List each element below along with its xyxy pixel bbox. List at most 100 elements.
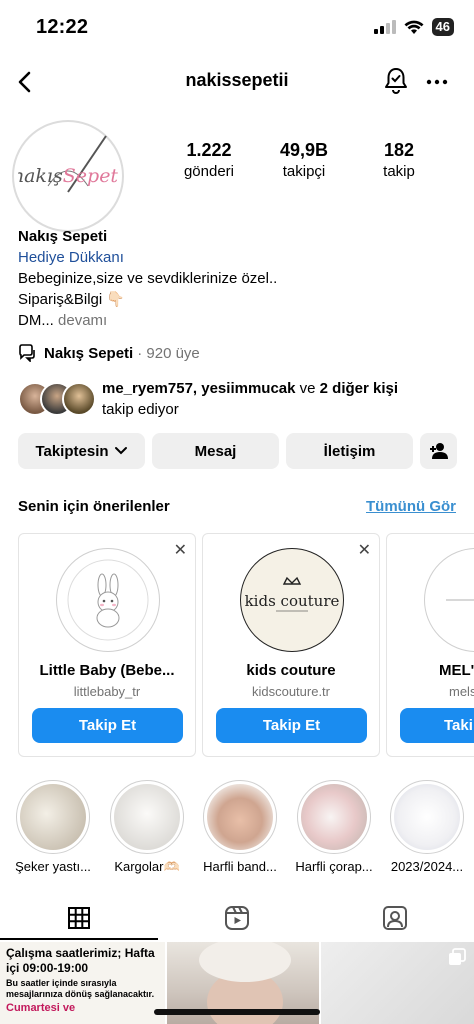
stat-posts-label: gönderi [183,163,235,180]
wifi-icon [404,20,424,34]
stat-following[interactable]: 182 takip [354,140,444,180]
profile-category[interactable]: Hediye Dükkanı [18,247,458,268]
grid-icon [68,907,90,929]
logo-text-left: nakış [18,165,63,187]
profile-avatar[interactable]: nakışSepeti [12,120,124,232]
suggested-users-button[interactable] [420,433,457,469]
close-icon[interactable]: ✕ [174,540,187,560]
bio-more-link[interactable]: devamı [58,312,107,329]
tab-reels[interactable] [158,896,316,940]
multiple-photos-icon [449,948,466,965]
suggestion-handle: mels.d [449,684,474,699]
followed-by-text: me_ryem757, yesiimmucak ve 2 diğer kişi … [102,378,398,420]
bio-line-2: Sipariş&Bilgi 👇🏻 [18,291,126,308]
post-thumbnail[interactable]: Çalışma saatlerimiz; Hafta içi 09:00-19:… [0,942,165,1024]
highlight-image [20,784,86,850]
highlight-image [394,784,460,850]
highlight-cover [110,780,184,854]
highlight-cover [297,780,371,854]
highlight-item[interactable]: 2023/2024... [380,780,474,874]
signal-icon [373,20,396,34]
bunny-logo-icon [67,559,149,641]
see-all-link[interactable]: Tümünü Gör [366,498,456,515]
highlight-label: Harfli band... [203,859,277,874]
suggestion-name: MEL'S I [439,662,474,679]
close-icon[interactable]: ✕ [358,540,371,560]
tagged-person-icon [383,906,407,930]
followed-by-suffix: takip ediyor [102,401,179,418]
logo-text: nakışSepeti [18,165,118,187]
profile-stats: 1.222 gönderi 49,9B takipçi 182 takip [164,140,444,180]
followed-by-and: ve [299,380,316,397]
community-name: Nakış Sepeti [44,344,134,362]
follow-button[interactable]: Taki [400,708,474,743]
highlight-image [207,784,273,850]
suggestion-avatar[interactable] [424,548,474,652]
highlight-label: Harfli çorap... [295,859,373,874]
suggestion-card[interactable]: ✕ Little Baby (Bebe... littlebaby_tr Tak… [18,533,196,757]
post-text-line-1: Çalışma saatlerimiz; Hafta içi 09:00-19:… [6,946,155,975]
tab-posts-grid[interactable] [0,896,158,940]
stat-following-label: takip [383,163,415,180]
battery-indicator: 46 [431,18,454,36]
following-button-label: Takiptesin [35,442,109,460]
stat-posts[interactable]: 1.222 gönderi [164,140,254,180]
suggestion-avatar[interactable] [56,548,160,652]
stat-followers-value: 49,9B [279,140,329,160]
highlight-item[interactable]: Harfli band... [193,780,287,874]
stat-followers-label: takipçi [282,163,326,180]
kids-couture-logo-icon: kids couture [245,576,340,612]
suggestion-name: kids couture [246,662,336,679]
chevron-down-icon [114,447,127,455]
suggestion-card[interactable]: MEL'S I mels.d Taki [386,533,474,757]
post-text-line-3: Cumartesi ve [6,1002,76,1014]
stat-followers[interactable]: 49,9B takipçi [259,140,349,180]
highlight-item[interactable]: Harfli çorap... [287,780,381,874]
highlight-item[interactable]: Şeker yastı... [6,780,100,874]
community-members: · 920 üye [137,344,200,362]
suggestion-card[interactable]: ✕ kids couture kids couture kidscouture.… [202,533,380,757]
logo-text-pink: Sepeti [62,165,118,187]
followed-by-others: 2 diğer kişi [319,380,399,397]
status-icons: 46 [373,18,454,36]
reels-icon [225,906,249,930]
highlight-label: Kargolar🫶🏻 [114,859,180,874]
follower-avatar [62,382,96,416]
follow-button[interactable]: Takip Et [32,708,183,743]
message-button[interactable]: Mesaj [152,433,279,469]
mels-logo-icon [446,599,474,601]
story-highlights: Şeker yastı... Kargolar🫶🏻 Harfli band...… [0,780,474,880]
home-indicator[interactable] [154,1009,320,1015]
tab-tagged[interactable] [316,896,474,940]
suggestion-handle: littlebaby_tr [73,684,141,699]
profile-display-name: Nakış Sepeti [18,228,108,245]
add-person-icon [429,443,448,459]
suggestion-handle: kidscouture.tr [251,684,331,699]
follow-button[interactable]: Takip Et [216,708,367,743]
contact-button[interactable]: İletişim [286,433,413,469]
bio-line-3: DM... devamı [18,310,458,331]
profile-actions: Takiptesin Mesaj İletişim [18,433,458,469]
suggestions-title: Senin için önerilenler [18,498,170,515]
post-thumbnail[interactable] [321,942,474,1024]
active-tab-indicator [0,938,158,940]
followed-by[interactable]: me_ryem757, yesiimmucak ve 2 diğer kişi … [18,378,398,420]
highlight-label: Şeker yastı... [15,859,91,874]
highlight-cover [16,780,90,854]
profile-bio: Nakış Sepeti Hediye Dükkanı Bebeginize,s… [18,226,458,331]
following-button[interactable]: Takiptesin [18,433,145,469]
suggestion-avatar[interactable]: kids couture [240,548,344,652]
followed-by-names: me_ryem757, yesiimmucak [102,380,296,397]
suggestion-name: Little Baby (Bebe... [39,662,175,679]
community-channel[interactable]: Nakış Sepeti · 920 üye [18,344,200,362]
svg-text:kids couture: kids couture [245,592,340,610]
community-chat-icon [19,344,35,362]
highlight-item[interactable]: Kargolar🫶🏻 [100,780,194,875]
profile-header: nakissepetii [0,60,474,104]
highlight-image [114,784,180,850]
notification-bell-icon[interactable] [382,66,410,96]
followed-by-avatars [18,382,98,416]
more-options-icon[interactable] [422,68,452,96]
stat-following-value: 182 [383,140,415,160]
suggestions-carousel[interactable]: ✕ Little Baby (Bebe... littlebaby_tr Tak… [18,533,474,757]
